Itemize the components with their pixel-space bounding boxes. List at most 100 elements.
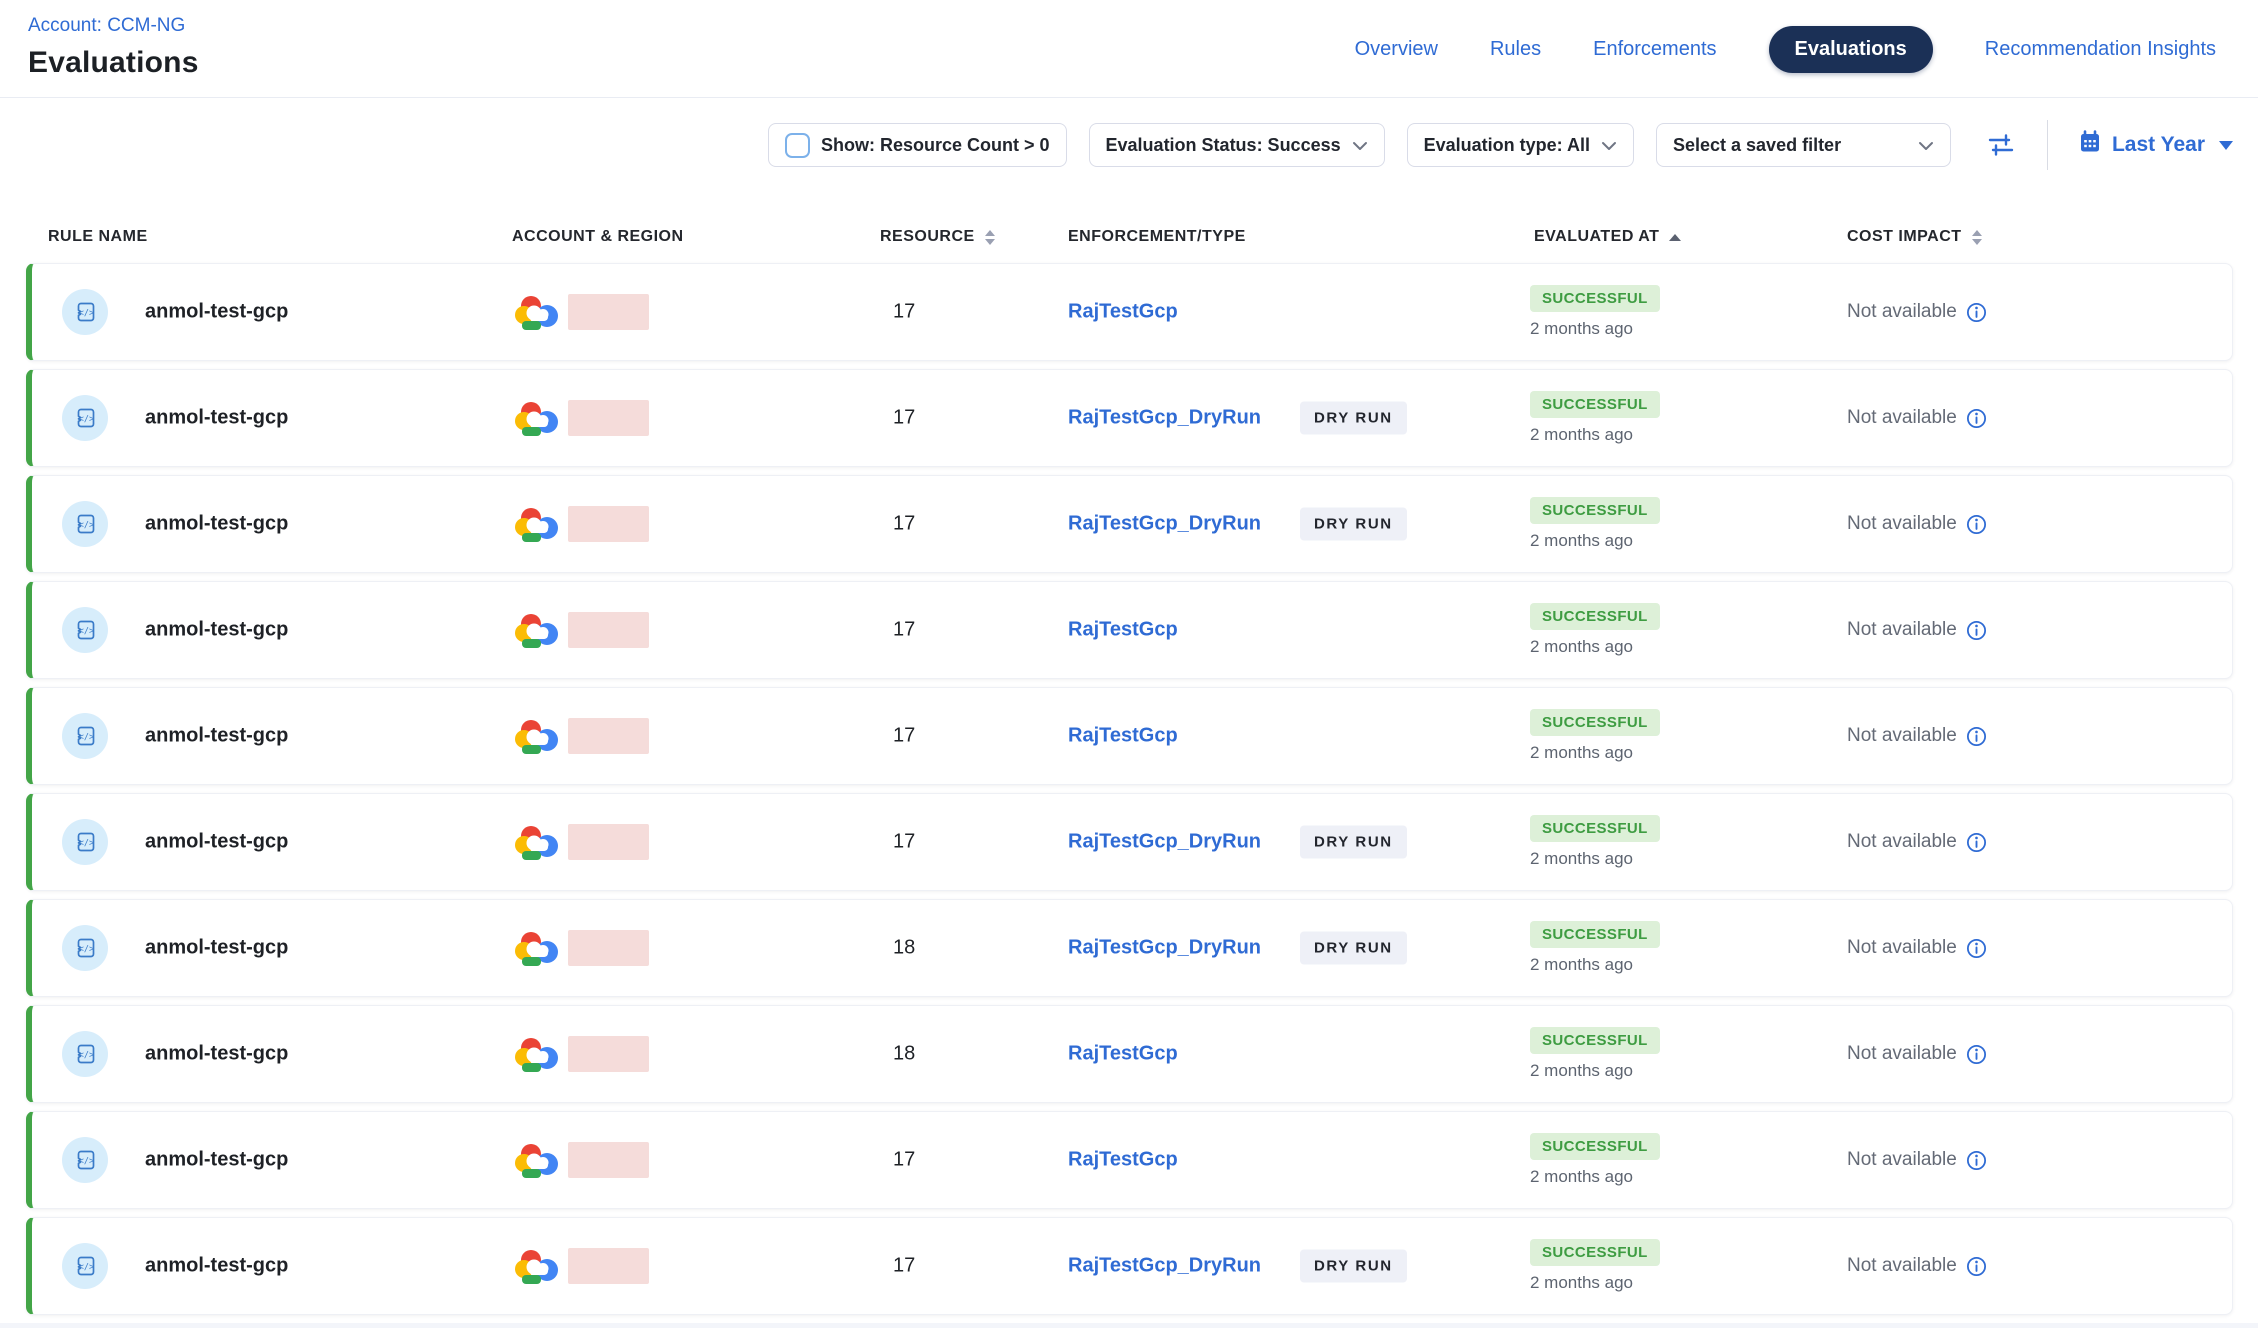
info-icon[interactable] <box>1966 514 1987 535</box>
table-row[interactable]: </> anmol-test-gcp 17 RajTestGcp_DryRun … <box>26 1217 2233 1315</box>
saved-filter-label: Select a saved filter <box>1673 135 1841 156</box>
sort-icon[interactable] <box>1972 230 1982 245</box>
account-id-redacted <box>568 612 649 648</box>
rule-name: anmol-test-gcp <box>145 1149 288 1172</box>
rule-code-icon: </> <box>62 395 108 441</box>
tab-recommendation-insights[interactable]: Recommendation Insights <box>1985 38 2216 61</box>
saved-filter-dropdown[interactable]: Select a saved filter <box>1656 123 1951 167</box>
enforcement-link[interactable]: RajTestGcp_DryRun <box>1068 831 1261 854</box>
resource-count: 17 <box>893 513 915 536</box>
caret-down-icon <box>2219 141 2233 150</box>
evaluation-status-cell: SUCCESSFUL 2 months ago <box>1530 815 1660 869</box>
evaluation-status-cell: SUCCESSFUL 2 months ago <box>1530 391 1660 445</box>
account-id-redacted <box>568 400 649 436</box>
resource-count: 17 <box>893 619 915 642</box>
rule-name: anmol-test-gcp <box>145 831 288 854</box>
tab-enforcements[interactable]: Enforcements <box>1593 38 1716 61</box>
resource-count-filter[interactable]: Show: Resource Count > 0 <box>768 123 1067 167</box>
svg-text:</>: </> <box>79 732 94 742</box>
tab-overview[interactable]: Overview <box>1355 38 1438 61</box>
enforcement-link[interactable]: RajTestGcp_DryRun <box>1068 513 1261 536</box>
sort-icon[interactable] <box>985 230 995 245</box>
dry-run-badge: DRY RUN <box>1300 508 1407 541</box>
table-row[interactable]: </> anmol-test-gcp 17 RajTestGcp_DryRun … <box>26 475 2233 573</box>
enforcement-link[interactable]: RajTestGcp_DryRun <box>1068 1255 1261 1278</box>
column-resource[interactable]: RESOURCE <box>880 228 995 246</box>
column-enforcement-type[interactable]: ENFORCEMENT/TYPE <box>1068 228 1246 246</box>
info-icon[interactable] <box>1966 408 1987 429</box>
page-bottom-strip <box>0 1323 2258 1328</box>
top-navigation: Overview Rules Enforcements Evaluations … <box>1355 0 2216 98</box>
resource-count: 18 <box>893 937 915 960</box>
enforcement-link[interactable]: RajTestGcp <box>1068 1149 1178 1172</box>
account-id-redacted <box>568 930 649 966</box>
resource-count: 17 <box>893 725 915 748</box>
account-id-redacted <box>568 506 649 542</box>
info-icon[interactable] <box>1966 302 1987 323</box>
date-range-selector[interactable]: Last Year <box>2078 130 2233 160</box>
evaluation-status-cell: SUCCESSFUL 2 months ago <box>1530 285 1660 339</box>
breadcrumb[interactable]: Account: CCM-NG <box>28 15 199 37</box>
table-row[interactable]: </> anmol-test-gcp 17 RajTestGcp DRY RUN… <box>26 263 2233 361</box>
account-id-redacted <box>568 1248 649 1284</box>
table-row[interactable]: </> anmol-test-gcp 17 RajTestGcp DRY RUN… <box>26 581 2233 679</box>
table-row[interactable]: </> anmol-test-gcp 17 RajTestGcp DRY RUN… <box>26 1111 2233 1209</box>
sort-ascending-icon[interactable] <box>1669 234 1681 241</box>
table-row[interactable]: </> anmol-test-gcp 18 RajTestGcp_DryRun … <box>26 899 2233 997</box>
table-row[interactable]: </> anmol-test-gcp 17 RajTestGcp DRY RUN… <box>26 687 2233 785</box>
cost-impact-value: Not available <box>1847 407 1957 429</box>
gcp-cloud-icon <box>514 1247 560 1285</box>
info-icon[interactable] <box>1966 938 1987 959</box>
column-account-region[interactable]: ACCOUNT & REGION <box>512 228 684 246</box>
evaluation-status-dropdown[interactable]: Evaluation Status: Success <box>1089 123 1385 167</box>
table-row[interactable]: </> anmol-test-gcp 17 RajTestGcp_DryRun … <box>26 793 2233 891</box>
info-icon[interactable] <box>1966 726 1987 747</box>
info-icon[interactable] <box>1966 1256 1987 1277</box>
gcp-cloud-icon <box>514 1035 560 1073</box>
info-icon[interactable] <box>1966 620 1987 641</box>
enforcement-link[interactable]: RajTestGcp <box>1068 301 1178 324</box>
tab-evaluations-active[interactable]: Evaluations <box>1769 26 1933 73</box>
evaluation-type-dropdown[interactable]: Evaluation type: All <box>1407 123 1634 167</box>
evaluations-table-body: </> anmol-test-gcp 17 RajTestGcp DRY RUN… <box>26 263 2233 1315</box>
rule-code-icon: </> <box>62 925 108 971</box>
rule-name: anmol-test-gcp <box>145 619 288 642</box>
cost-impact-value: Not available <box>1847 513 1957 535</box>
evaluation-status-cell: SUCCESSFUL 2 months ago <box>1530 709 1660 763</box>
resource-count-label: Show: Resource Count > 0 <box>821 135 1050 156</box>
resource-count-checkbox[interactable] <box>785 133 810 158</box>
column-cost-impact[interactable]: COST IMPACT <box>1847 228 1982 246</box>
enforcement-link[interactable]: RajTestGcp <box>1068 1043 1178 1066</box>
svg-text:</>: </> <box>79 414 94 424</box>
resource-count: 17 <box>893 1149 915 1172</box>
account-id-redacted <box>568 294 649 330</box>
account-id-redacted <box>568 1036 649 1072</box>
enforcement-link[interactable]: RajTestGcp <box>1068 619 1178 642</box>
table-row[interactable]: </> anmol-test-gcp 17 RajTestGcp_DryRun … <box>26 369 2233 467</box>
rule-name: anmol-test-gcp <box>145 1043 288 1066</box>
cost-impact-cell: Not available <box>1847 407 1987 429</box>
tab-rules[interactable]: Rules <box>1490 38 1541 61</box>
info-icon[interactable] <box>1966 832 1987 853</box>
cost-impact-value: Not available <box>1847 831 1957 853</box>
svg-text:</>: </> <box>79 520 94 530</box>
rule-code-icon: </> <box>62 713 108 759</box>
cost-impact-cell: Not available <box>1847 1043 1987 1065</box>
dry-run-badge: DRY RUN <box>1300 1250 1407 1283</box>
rule-name: anmol-test-gcp <box>145 301 288 324</box>
evaluated-time: 2 months ago <box>1530 1061 1633 1081</box>
info-icon[interactable] <box>1966 1150 1987 1171</box>
status-badge: SUCCESSFUL <box>1530 391 1660 418</box>
evaluation-type-label: Evaluation type: All <box>1424 135 1590 156</box>
column-evaluated-at[interactable]: EVALUATED AT <box>1534 228 1681 246</box>
enforcement-link[interactable]: RajTestGcp <box>1068 725 1178 748</box>
info-icon[interactable] <box>1966 1044 1987 1065</box>
table-row[interactable]: </> anmol-test-gcp 18 RajTestGcp DRY RUN… <box>26 1005 2233 1103</box>
sliders-filter-icon[interactable] <box>1985 129 2017 161</box>
dry-run-badge: DRY RUN <box>1300 402 1407 435</box>
column-rule-name[interactable]: RULE NAME <box>48 228 148 246</box>
enforcement-link[interactable]: RajTestGcp_DryRun <box>1068 407 1261 430</box>
evaluated-time: 2 months ago <box>1530 1273 1633 1293</box>
gcp-cloud-icon <box>514 399 560 437</box>
enforcement-link[interactable]: RajTestGcp_DryRun <box>1068 937 1261 960</box>
